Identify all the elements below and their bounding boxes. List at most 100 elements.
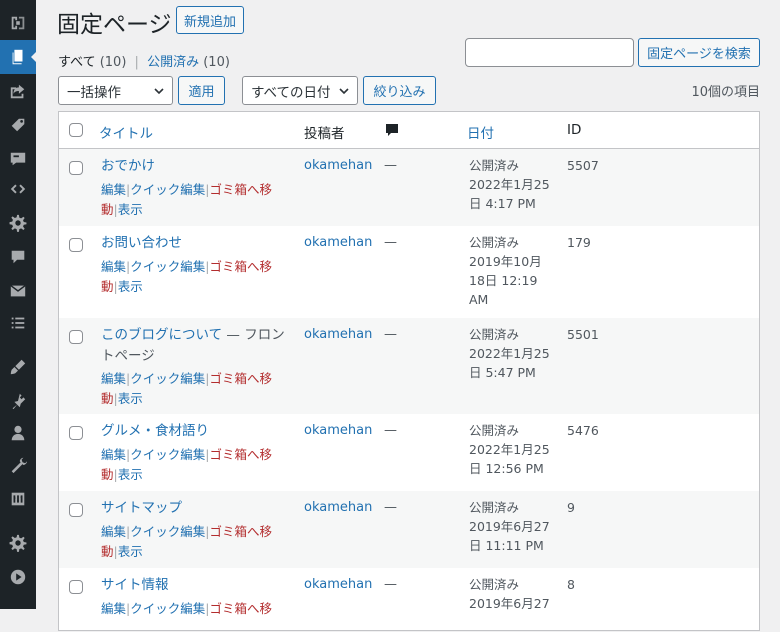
- edit-link[interactable]: 編集: [101, 371, 126, 386]
- author-link[interactable]: okamehan: [304, 156, 372, 175]
- users-icon[interactable]: [0, 416, 36, 450]
- row-actions: 編集|クイック編集|ゴミ箱へ移 動|表示: [101, 445, 296, 484]
- filter-published[interactable]: 公開済み (10): [147, 55, 230, 70]
- column-title[interactable]: タイトル: [99, 122, 153, 142]
- page-title-link[interactable]: このブログについて — フロントページ: [101, 325, 301, 367]
- view-link[interactable]: 表示: [118, 391, 143, 406]
- code-icon[interactable]: [0, 172, 36, 206]
- column-id: ID: [567, 122, 582, 138]
- filter-button[interactable]: 絞り込み: [363, 76, 436, 105]
- date-line: 2019年6月27: [469, 519, 550, 534]
- status-filter: すべて (10) | 公開済み (10): [58, 51, 230, 70]
- trash-label-1: ゴミ箱へ移: [209, 447, 272, 462]
- comment-count: —: [384, 577, 397, 592]
- search-input[interactable]: [465, 38, 634, 67]
- pages-table: タイトル 投稿者 日付 ID おでかけ 編集|クイック編集|ゴミ箱へ移 動|表示 …: [58, 111, 760, 631]
- date-status: 公開済み: [469, 158, 520, 173]
- title-text: このブログについて: [101, 327, 223, 343]
- author-link[interactable]: okamehan: [304, 575, 372, 594]
- row-checkbox[interactable]: [69, 161, 83, 175]
- comment-count: —: [384, 500, 397, 515]
- author-link[interactable]: okamehan: [304, 498, 372, 517]
- date-status: 公開済み: [469, 327, 520, 342]
- dashboard-icon[interactable]: [0, 6, 36, 40]
- date-status: 公開済み: [469, 500, 520, 515]
- row-checkbox[interactable]: [69, 580, 83, 594]
- title-state-2: トページ: [101, 348, 155, 364]
- quick-edit-link[interactable]: クイック編集: [130, 182, 205, 197]
- view-link[interactable]: 表示: [118, 202, 143, 217]
- row-actions: 編集|クイック編集|ゴミ箱へ移 動|表示: [101, 369, 296, 408]
- page-title-link[interactable]: お問い合わせ: [101, 233, 182, 254]
- row-checkbox[interactable]: [69, 330, 83, 344]
- comment-icon[interactable]: [385, 123, 399, 139]
- author-link[interactable]: okamehan: [304, 421, 372, 440]
- filter-all[interactable]: すべて (10): [58, 55, 126, 70]
- settings-icon[interactable]: [0, 482, 36, 516]
- feedback-icon[interactable]: [0, 142, 36, 176]
- tag-icon[interactable]: [0, 108, 36, 142]
- edit-link[interactable]: 編集: [101, 524, 126, 539]
- date-cell: 公開済み 2019年6月27: [469, 575, 550, 613]
- trash-label-1: ゴミ箱へ移: [209, 259, 272, 274]
- page-title-link[interactable]: サイト情報: [101, 575, 169, 596]
- table-row: サイトマップ 編集|クイック編集|ゴミ箱へ移 動|表示 okamehan — 公開…: [59, 491, 759, 568]
- play-icon[interactable]: [0, 560, 36, 594]
- apply-button[interactable]: 適用: [178, 76, 225, 105]
- trash-label-1: ゴミ箱へ移: [209, 524, 272, 539]
- row-checkbox[interactable]: [69, 503, 83, 517]
- date-status: 公開済み: [469, 423, 520, 438]
- settings2-icon[interactable]: [0, 526, 36, 560]
- column-date[interactable]: 日付: [467, 122, 494, 142]
- edit-link[interactable]: 編集: [101, 182, 126, 197]
- row-checkbox[interactable]: [69, 426, 83, 440]
- add-new-button[interactable]: 新規追加: [176, 6, 244, 34]
- date-line: 日 5:47 PM: [469, 365, 536, 380]
- share-icon[interactable]: [0, 74, 36, 108]
- list-icon[interactable]: [0, 306, 36, 340]
- pages-icon[interactable]: [0, 40, 37, 74]
- view-link[interactable]: 表示: [118, 544, 143, 559]
- author-link[interactable]: okamehan: [304, 233, 372, 252]
- edit-link[interactable]: 編集: [101, 259, 126, 274]
- title-dash: —: [226, 327, 240, 343]
- page-title-link[interactable]: サイトマップ: [101, 498, 182, 519]
- trash-label-2: 動: [101, 278, 114, 294]
- edit-link[interactable]: 編集: [101, 447, 126, 462]
- date-cell: 公開済み 2022年1月25 日 4:17 PM: [469, 156, 550, 213]
- gear-icon[interactable]: [0, 206, 36, 240]
- view-link[interactable]: 表示: [118, 467, 143, 482]
- id-cell: 5507: [567, 158, 599, 173]
- quick-edit-link[interactable]: クイック編集: [130, 259, 205, 274]
- date-line: AM: [469, 292, 489, 307]
- date-cell: 公開済み 2022年1月25 日 5:47 PM: [469, 325, 550, 382]
- bulk-action-select[interactable]: 一括操作: [58, 76, 173, 105]
- quick-edit-link[interactable]: クイック編集: [130, 371, 205, 386]
- title-state-1: フロン: [244, 327, 285, 343]
- row-actions: 編集|クイック編集|ゴミ箱へ移 動|表示: [101, 257, 296, 296]
- date-cell: 公開済み 2019年10月 18日 12:19 AM: [469, 233, 542, 309]
- page-title-link[interactable]: グルメ・食材語り: [101, 421, 209, 442]
- quick-edit-link[interactable]: クイック編集: [130, 524, 205, 539]
- column-author: 投稿者: [304, 126, 345, 142]
- admin-sidebar: [0, 0, 37, 609]
- comment-count: —: [384, 158, 397, 173]
- search-pages-button[interactable]: 固定ページを検索: [638, 38, 760, 67]
- view-link[interactable]: 表示: [118, 279, 143, 294]
- select-all-checkbox[interactable]: [69, 123, 83, 137]
- page-title: 固定ページ: [57, 12, 172, 38]
- row-checkbox[interactable]: [69, 238, 83, 252]
- page-title-link[interactable]: おでかけ: [101, 156, 155, 177]
- date-line: 2019年6月27: [469, 596, 550, 611]
- date-status: 公開済み: [469, 577, 520, 592]
- appearance-icon[interactable]: [0, 350, 36, 384]
- tools-icon[interactable]: [0, 448, 36, 482]
- trash-label-2: 動: [101, 390, 114, 406]
- plugins-icon[interactable]: [0, 384, 36, 418]
- quick-edit-link[interactable]: クイック編集: [130, 447, 205, 462]
- author-link[interactable]: okamehan: [304, 325, 372, 344]
- date-filter-select[interactable]: すべての日付: [242, 76, 358, 105]
- mail-icon[interactable]: [0, 274, 36, 308]
- date-line: 2022年1月25: [469, 346, 550, 361]
- comments-icon[interactable]: [0, 240, 36, 274]
